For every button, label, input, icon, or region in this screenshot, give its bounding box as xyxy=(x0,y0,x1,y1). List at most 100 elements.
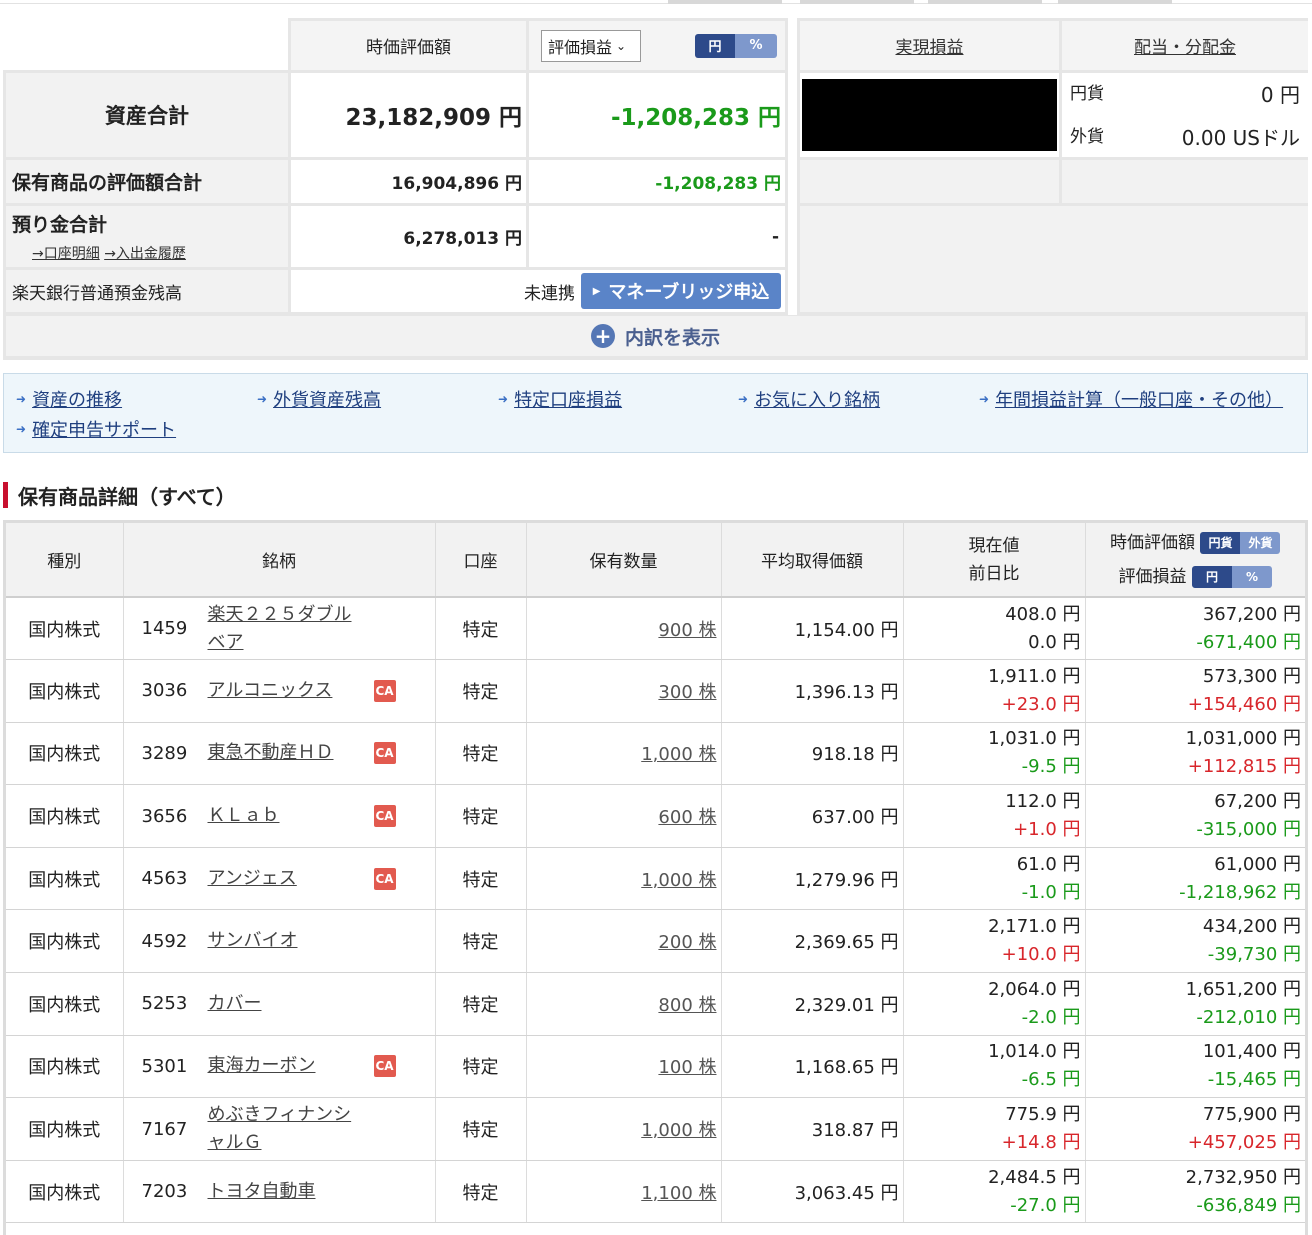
row-qty-link[interactable]: 600 株 xyxy=(658,807,716,828)
row-change: +1.0 円 xyxy=(1013,819,1081,841)
ca-badge-icon: CA xyxy=(373,1055,396,1078)
link-annual-pl[interactable]: ➜ 年間損益計算（一般口座・その他） xyxy=(979,386,1283,412)
arrow-right-icon: ➜ xyxy=(979,392,990,406)
row-change: -6.5 円 xyxy=(1021,1069,1081,1091)
link-tax-return-support[interactable]: ➜ 確定申告サポート xyxy=(16,416,176,442)
plus-circle-icon: + xyxy=(590,324,615,348)
pl-mode-select[interactable]: 評価損益 ⌄ xyxy=(541,29,641,62)
row-type: 国内株式 xyxy=(6,972,124,1036)
table-row: 国内株式 4563 アンジェス CA 特定 1,000 株 1,279.96 円 61.0 円… xyxy=(6,847,1305,911)
link-asset-history[interactable]: ➜ 資産の推移 xyxy=(16,386,122,412)
holdings-section-title: 保有商品詳細（すべて） xyxy=(3,482,236,509)
row-qty-link[interactable]: 1,000 株 xyxy=(641,1120,716,1141)
row-pl: -212,010 円 xyxy=(1196,1006,1301,1028)
currency-toggle[interactable]: 円貨 外貨 xyxy=(1200,531,1281,554)
row-stock: 3036 アルコニックス CA xyxy=(123,659,436,723)
pl-yen-button[interactable]: 円 xyxy=(1191,565,1232,588)
total-assets-value: 23,182,909 円 xyxy=(345,105,522,131)
row-market-value: 1,031,000 円 xyxy=(1185,728,1301,750)
row-type: 国内株式 xyxy=(6,659,124,723)
row-stock-name[interactable]: 東急不動産ＨＤ xyxy=(208,739,368,767)
row-price: 2,484.5 円 xyxy=(988,1166,1081,1188)
row-qty-link[interactable]: 800 株 xyxy=(658,995,716,1016)
row-stock-name[interactable]: めぶきフィナンシ ャルＧ xyxy=(208,1101,368,1157)
row-avg-cost: 1,154.00 円 xyxy=(721,597,904,661)
ccy-fx-button[interactable]: 外貨 xyxy=(1240,531,1281,554)
row-avg-cost: 1,279.96 円 xyxy=(721,847,904,911)
row-qty-link[interactable]: 100 株 xyxy=(658,1057,716,1078)
row-change: -27.0 円 xyxy=(1010,1194,1081,1216)
arrow-right-icon: ➜ xyxy=(16,392,27,406)
unit-yen-button[interactable]: 円 xyxy=(695,33,735,58)
row-stock: 1459 楽天２２５ダブル ベア xyxy=(123,597,436,661)
tab-stub xyxy=(1058,0,1172,4)
top-divider xyxy=(0,0,1312,4)
row-market-value: 1,651,200 円 xyxy=(1185,978,1301,1000)
row-qty-link[interactable]: 900 株 xyxy=(658,620,716,641)
col-avg-cost: 平均取得価額 xyxy=(721,523,904,598)
row-avg-cost: 1,168.65 円 xyxy=(721,1035,904,1099)
unit-pct-button[interactable]: % xyxy=(735,33,777,58)
account-detail-link[interactable]: →口座明細 xyxy=(32,246,100,262)
realized-pl-link[interactable]: 実現損益 xyxy=(896,33,964,58)
holdings-table: 種別 銘柄 口座 保有数量 平均取得価額 現在値 前日比 時価評価額 円貨 外貨 xyxy=(3,520,1308,1235)
row-change: 0.0 円 xyxy=(1028,631,1081,653)
total-assets-label: 資産合計 xyxy=(105,104,189,128)
unit-toggle[interactable]: 円 % xyxy=(695,33,777,58)
row-account: 特定 xyxy=(435,1097,527,1161)
ccy-jpy-button[interactable]: 円貨 xyxy=(1200,531,1241,554)
row-account: 特定 xyxy=(435,1035,527,1099)
row-code: 3289 xyxy=(141,742,188,764)
row-stock: 7203 トヨタ自動車 xyxy=(123,1160,436,1224)
row-qty-link[interactable]: 1,100 株 xyxy=(641,1183,716,1204)
redacted-block xyxy=(802,79,1057,151)
row-market-value: 775,900 円 xyxy=(1202,1104,1301,1126)
table-row: 国内株式 7167 めぶきフィナンシ ャルＧ 特定 1,000 株 318.87 円 775.… xyxy=(6,1097,1305,1161)
row-type: 国内株式 xyxy=(6,597,124,661)
row-avg-cost: 1,396.13 円 xyxy=(721,659,904,723)
table-row: 国内株式 4592 サンバイオ 特定 200 株 2,369.65 円 2,171.0 円 +… xyxy=(6,909,1305,974)
table-row: 国内株式 1459 楽天２２５ダブル ベア 特定 900 株 1,154.00 円 408.0… xyxy=(6,597,1305,661)
row-stock-name[interactable]: 東海カーボン xyxy=(208,1052,368,1080)
row-qty-link[interactable]: 200 株 xyxy=(658,932,716,953)
pl-unit-toggle[interactable]: 円 % xyxy=(1191,565,1272,588)
link-specific-account-pl[interactable]: ➜ 特定口座損益 xyxy=(498,386,622,412)
row-code: 1459 xyxy=(141,618,188,640)
table-row: 国内株式 5301 東海カーボン CA 特定 100 株 1,168.65 円 1,014.0… xyxy=(6,1035,1305,1099)
row-stock-name[interactable]: カバー xyxy=(208,990,368,1018)
moneybridge-button[interactable]: ▶ マネーブリッジ申込 xyxy=(581,273,781,309)
row-avg-cost: 3,063.45 円 xyxy=(721,1160,904,1224)
row-type: 国内株式 xyxy=(6,1160,124,1224)
row-account: 特定 xyxy=(435,847,527,911)
row-stock-name[interactable]: 楽天２２５ダブル ベア xyxy=(208,601,368,657)
row-stock-name[interactable]: トヨタ自動車 xyxy=(208,1178,368,1206)
col-pl-label: 評価損益 xyxy=(1118,566,1187,587)
row-pl: +457,025 円 xyxy=(1187,1132,1301,1154)
row-stock: 5301 東海カーボン CA xyxy=(123,1035,436,1099)
inout-history-link[interactable]: →入出金履歴 xyxy=(104,246,186,262)
col-value-pl: 時価評価額 円貨 外貨 評価損益 円 % xyxy=(1085,523,1305,598)
row-price: 1,911.0 円 xyxy=(988,665,1081,687)
row-type: 国内株式 xyxy=(6,1035,124,1099)
row-qty-link[interactable]: 1,000 株 xyxy=(641,744,716,765)
row-change: -1.0 円 xyxy=(1021,881,1081,903)
row-qty-link[interactable]: 1,000 株 xyxy=(641,870,716,891)
row-stock-name[interactable]: アルコニックス xyxy=(208,677,368,705)
dividend-link[interactable]: 配当・分配金 xyxy=(1134,33,1236,58)
link-fx-assets[interactable]: ➜ 外貨資産残高 xyxy=(257,386,381,412)
row-code: 4563 xyxy=(141,868,188,890)
row-avg-cost: 2,369.65 円 xyxy=(721,909,904,974)
link-favorites[interactable]: ➜ お気に入り銘柄 xyxy=(738,386,880,412)
show-breakdown-button[interactable]: + 内訳を表示 xyxy=(6,316,1305,356)
row-qty-link[interactable]: 300 株 xyxy=(658,682,716,703)
ca-badge-icon: CA xyxy=(373,805,396,828)
row-avg-cost: 318.87 円 xyxy=(721,1097,904,1161)
row-market-value: 61,000 円 xyxy=(1214,853,1301,875)
pl-mode-label: 評価損益 xyxy=(548,37,613,57)
row-stock-name[interactable]: アンジェス xyxy=(208,865,368,893)
row-stock: 3656 ＫＬａｂ CA xyxy=(123,784,436,848)
row-stock-name[interactable]: サンバイオ xyxy=(208,927,368,955)
table-row: 国内株式 3289 東急不動産ＨＤ CA 特定 1,000 株 918.18 円 1,031.… xyxy=(6,722,1305,786)
pl-pct-button[interactable]: % xyxy=(1231,565,1272,588)
row-stock-name[interactable]: ＫＬａｂ xyxy=(208,802,368,830)
